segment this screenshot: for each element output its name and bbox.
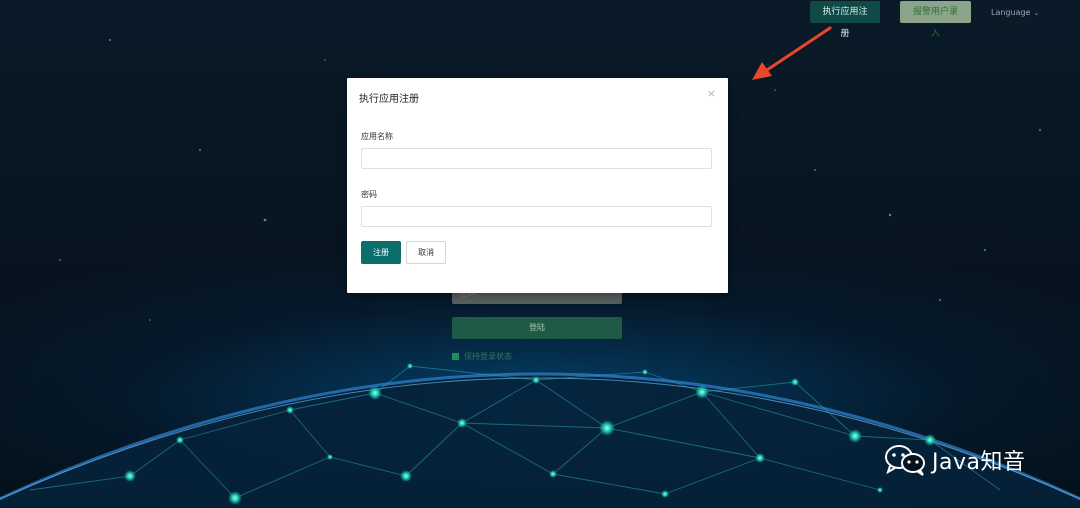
register-button[interactable]: 注册 bbox=[361, 241, 401, 264]
alarm-user-entry-button[interactable]: 报警用户录入 bbox=[900, 1, 971, 39]
watermark-text: Java知音 bbox=[932, 450, 1026, 475]
chevron-down-icon: ⌄ bbox=[1033, 9, 1040, 17]
dialog-title: 执行应用注册 bbox=[359, 94, 419, 105]
annotation-arrow-icon bbox=[752, 26, 832, 80]
keep-logged-in-checkbox[interactable]: 保持登录状态 bbox=[452, 351, 512, 362]
language-selector[interactable]: Language ⌄ bbox=[991, 8, 1039, 17]
wechat-icon bbox=[885, 445, 925, 476]
close-icon[interactable]: × bbox=[707, 87, 716, 100]
password-label: 密码 bbox=[361, 190, 377, 199]
language-label: Language bbox=[991, 8, 1031, 17]
checkbox-icon bbox=[452, 353, 459, 360]
app-name-input[interactable] bbox=[361, 148, 712, 169]
keep-logged-in-label: 保持登录状态 bbox=[464, 352, 512, 361]
app-register-dialog: 执行应用注册 × 应用名称 密码 注册 取消 bbox=[347, 78, 728, 293]
app-name-label: 应用名称 bbox=[361, 132, 393, 141]
login-button[interactable]: 登陆 bbox=[452, 317, 622, 339]
cancel-button[interactable]: 取消 bbox=[406, 241, 446, 264]
password-input[interactable] bbox=[361, 206, 712, 227]
